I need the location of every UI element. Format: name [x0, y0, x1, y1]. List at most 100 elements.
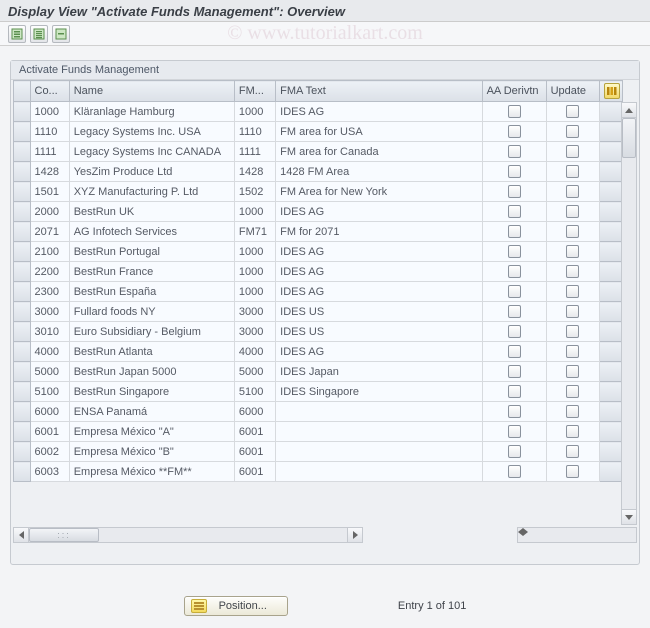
- scroll-down-button[interactable]: [622, 509, 636, 524]
- checkbox-update[interactable]: [566, 365, 579, 378]
- checkbox-update[interactable]: [566, 145, 579, 158]
- checkbox-aa[interactable]: [508, 385, 521, 398]
- table-row[interactable]: 2000BestRun UK1000IDES AG: [14, 202, 623, 222]
- table-row[interactable]: 2071AG Infotech ServicesFM71FM for 2071: [14, 222, 623, 242]
- scroll-right-button[interactable]: [347, 528, 362, 542]
- checkbox-update[interactable]: [566, 285, 579, 298]
- row-selector[interactable]: [14, 262, 31, 282]
- checkbox-aa[interactable]: [508, 285, 521, 298]
- checkbox-aa[interactable]: [508, 125, 521, 138]
- checkbox-aa[interactable]: [508, 205, 521, 218]
- checkbox-update[interactable]: [566, 105, 579, 118]
- row-selector[interactable]: [14, 442, 31, 462]
- toolbar-btn-collapse-all[interactable]: [30, 25, 48, 43]
- checkbox-aa[interactable]: [508, 345, 521, 358]
- col-header-name[interactable]: Name: [69, 81, 234, 102]
- checkbox-update[interactable]: [566, 445, 579, 458]
- checkbox-aa[interactable]: [508, 305, 521, 318]
- row-selector[interactable]: [14, 342, 31, 362]
- row-selector-header[interactable]: [14, 81, 31, 102]
- configure-columns-icon[interactable]: [604, 83, 620, 99]
- horizontal-scrollbar-right[interactable]: [517, 527, 637, 543]
- scroll-up-button[interactable]: [622, 103, 636, 118]
- row-selector[interactable]: [14, 462, 31, 482]
- col-header-fmatext[interactable]: FMA Text: [276, 81, 482, 102]
- hscroll-thumb[interactable]: :::: [29, 528, 99, 542]
- table-row[interactable]: 4000BestRun Atlanta4000IDES AG: [14, 342, 623, 362]
- toolbar-btn-expand-all[interactable]: [8, 25, 26, 43]
- table-row[interactable]: 1111Legacy Systems Inc CANADA1111FM area…: [14, 142, 623, 162]
- checkbox-update[interactable]: [566, 325, 579, 338]
- table-row[interactable]: 6000ENSA Panamá6000: [14, 402, 623, 422]
- checkbox-aa[interactable]: [508, 165, 521, 178]
- vertical-scrollbar[interactable]: [621, 102, 637, 525]
- checkbox-aa[interactable]: [508, 405, 521, 418]
- row-selector[interactable]: [14, 122, 31, 142]
- table-row[interactable]: 1110Legacy Systems Inc. USA1110FM area f…: [14, 122, 623, 142]
- table-row[interactable]: 1501XYZ Manufacturing P. Ltd1502FM Area …: [14, 182, 623, 202]
- col-header-update[interactable]: Update: [546, 81, 600, 102]
- row-selector[interactable]: [14, 382, 31, 402]
- table-row[interactable]: 5100BestRun Singapore5100IDES Singapore: [14, 382, 623, 402]
- checkbox-aa[interactable]: [508, 105, 521, 118]
- col-header-aa[interactable]: AA Derivtn: [482, 81, 546, 102]
- row-selector[interactable]: [14, 402, 31, 422]
- row-selector[interactable]: [14, 202, 31, 222]
- position-button[interactable]: Position...: [184, 596, 288, 616]
- table-row[interactable]: 6001Empresa México "A"6001: [14, 422, 623, 442]
- checkbox-update[interactable]: [566, 205, 579, 218]
- table-row[interactable]: 3000Fullard foods NY3000IDES US: [14, 302, 623, 322]
- checkbox-update[interactable]: [566, 345, 579, 358]
- checkbox-update[interactable]: [566, 165, 579, 178]
- row-selector[interactable]: [14, 322, 31, 342]
- col-header-code[interactable]: Co...: [30, 81, 69, 102]
- checkbox-update[interactable]: [566, 465, 579, 478]
- table-row[interactable]: 6003Empresa México **FM**6001: [14, 462, 623, 482]
- row-selector[interactable]: [14, 182, 31, 202]
- row-selector[interactable]: [14, 362, 31, 382]
- col-header-fm[interactable]: FM...: [234, 81, 275, 102]
- checkbox-aa[interactable]: [508, 445, 521, 458]
- checkbox-aa[interactable]: [508, 325, 521, 338]
- checkbox-aa[interactable]: [508, 365, 521, 378]
- checkbox-update[interactable]: [566, 125, 579, 138]
- checkbox-aa[interactable]: [508, 185, 521, 198]
- checkbox-aa[interactable]: [508, 425, 521, 438]
- table-row[interactable]: 1428YesZim Produce Ltd14281428 FM Area: [14, 162, 623, 182]
- checkbox-update[interactable]: [566, 265, 579, 278]
- row-selector[interactable]: [14, 222, 31, 242]
- checkbox-update[interactable]: [566, 425, 579, 438]
- checkbox-update[interactable]: [566, 385, 579, 398]
- scroll-thumb[interactable]: [622, 118, 636, 158]
- row-selector[interactable]: [14, 142, 31, 162]
- row-selector[interactable]: [14, 422, 31, 442]
- table-row[interactable]: 2300BestRun España1000IDES AG: [14, 282, 623, 302]
- table-row[interactable]: 2200BestRun France1000IDES AG: [14, 262, 623, 282]
- scroll-left-button[interactable]: [14, 528, 29, 542]
- table-row[interactable]: 3010Euro Subsidiary - Belgium3000IDES US: [14, 322, 623, 342]
- col-header-config[interactable]: [600, 81, 623, 102]
- checkbox-update[interactable]: [566, 405, 579, 418]
- table-row[interactable]: 5000BestRun Japan 50005000IDES Japan: [14, 362, 623, 382]
- checkbox-update[interactable]: [566, 305, 579, 318]
- row-selector[interactable]: [14, 162, 31, 182]
- scroll-track[interactable]: [622, 118, 636, 509]
- table-row[interactable]: 2100BestRun Portugal1000IDES AG: [14, 242, 623, 262]
- checkbox-aa[interactable]: [508, 225, 521, 238]
- checkbox-update[interactable]: [566, 185, 579, 198]
- toolbar-btn-select-block[interactable]: [52, 25, 70, 43]
- row-selector[interactable]: [14, 102, 31, 122]
- row-selector[interactable]: [14, 282, 31, 302]
- checkbox-update[interactable]: [566, 225, 579, 238]
- hscroll-track[interactable]: :::: [29, 528, 347, 542]
- table-row[interactable]: 6002Empresa México "B"6001: [14, 442, 623, 462]
- row-selector[interactable]: [14, 242, 31, 262]
- horizontal-scrollbar-left[interactable]: :::: [13, 527, 363, 543]
- checkbox-aa[interactable]: [508, 465, 521, 478]
- checkbox-aa[interactable]: [508, 265, 521, 278]
- checkbox-aa[interactable]: [508, 245, 521, 258]
- table-row[interactable]: 1000Kläranlage Hamburg1000IDES AG: [14, 102, 623, 122]
- row-selector[interactable]: [14, 302, 31, 322]
- scroll-right-button-2[interactable]: [523, 528, 528, 542]
- checkbox-update[interactable]: [566, 245, 579, 258]
